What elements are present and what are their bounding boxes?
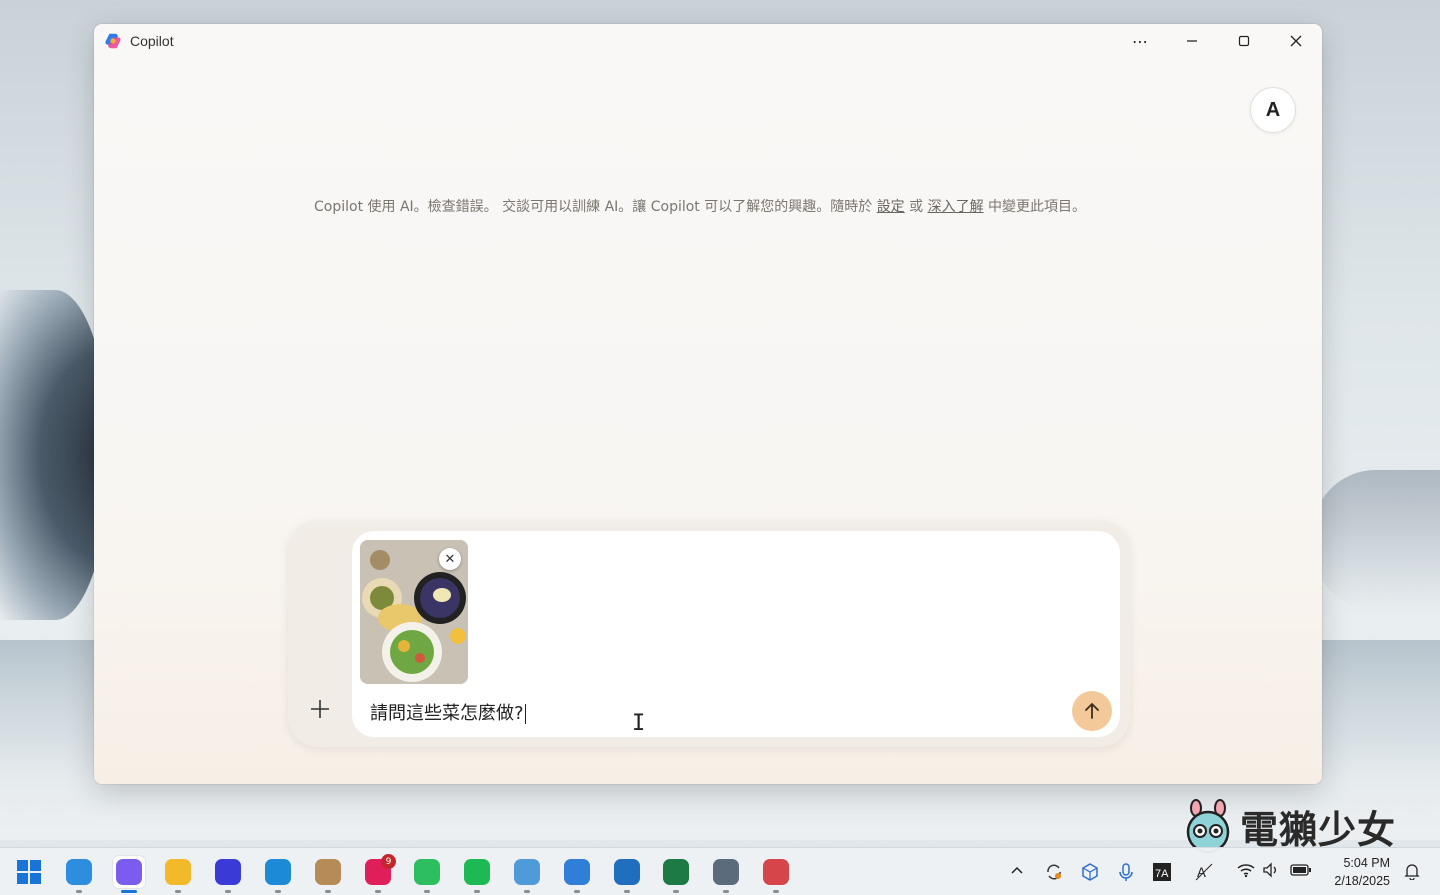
taskbar-running-indicator: [574, 890, 580, 893]
taskbar-notion-like-button[interactable]: [212, 856, 244, 888]
taskbar-running-indicator: [624, 890, 630, 893]
microphone-icon[interactable]: [1118, 862, 1134, 886]
taskbar-running-indicator: [424, 890, 430, 893]
taskbar-snipping-tool-button[interactable]: [760, 856, 792, 888]
close-icon: [1290, 35, 1302, 47]
copilot-window: Copilot ⋯ A Copilot 使用 AI。檢查錯誤。 交談可用以訓練 …: [94, 24, 1322, 784]
photos-icon: [614, 859, 640, 885]
show-hidden-icons-chevron-icon[interactable]: [1010, 863, 1024, 879]
close-icon: ✕: [444, 551, 456, 567]
taskbar-app-box-button[interactable]: [312, 856, 344, 888]
remove-attachment-button[interactable]: ✕: [439, 548, 461, 570]
sync-icon[interactable]: [1044, 862, 1064, 886]
taskbar-spotify-button[interactable]: [461, 856, 493, 888]
notification-bell-icon[interactable]: [1404, 862, 1420, 884]
taskbar-running-indicator: [375, 890, 381, 893]
photos-edit-icon: [564, 859, 590, 885]
notion-like-icon: [215, 859, 241, 885]
maximize-icon: [1238, 35, 1250, 47]
slack-notification-badge: 9: [381, 854, 396, 869]
clock-time: 5:04 PM: [1343, 856, 1390, 870]
arrow-up-icon: [1085, 703, 1099, 719]
copilot-logo-icon: [105, 33, 121, 49]
taskbar-running-indicator: [723, 890, 729, 893]
taskbar-weather-button[interactable]: [63, 856, 95, 888]
message-composer: ✕ 請問這些菜怎麼做?: [288, 521, 1130, 747]
avatar-initial: A: [1265, 98, 1281, 121]
notice-text-before: Copilot 使用 AI。檢查錯誤。 交談可用以訓練 AI。讓 Copilot…: [314, 199, 877, 215]
send-button[interactable]: [1072, 691, 1112, 731]
privacy-notice: Copilot 使用 AI。檢查錯誤。 交談可用以訓練 AI。讓 Copilot…: [314, 196, 1104, 218]
minimize-icon: [1187, 40, 1197, 42]
edge-icon: [265, 859, 291, 885]
notice-text-after: 中變更此項目。: [983, 199, 1087, 215]
file-explorer-icon: [165, 859, 191, 885]
message-input-value: 請問這些菜怎麼做?: [370, 703, 524, 724]
taskbar: 9 7A Ａ 5:04 PM 2/18/2025: [0, 847, 1440, 895]
more-options-button[interactable]: ⋯: [1114, 24, 1166, 58]
taskbar-evernote-button[interactable]: [411, 856, 443, 888]
paint-icon: [514, 859, 540, 885]
taskbar-edge-button[interactable]: [262, 856, 294, 888]
snipping-tool-icon: [763, 859, 789, 885]
more-icon: ⋯: [1132, 31, 1148, 51]
cube-app-icon[interactable]: [1080, 862, 1100, 886]
composer-input-area[interactable]: ✕ 請問這些菜怎麼做?: [352, 531, 1120, 737]
taskbar-start-button[interactable]: [13, 856, 45, 888]
window-title: Copilot: [130, 33, 174, 49]
taskbar-running-indicator: [524, 890, 530, 893]
taskbar-running-indicator: [325, 890, 331, 893]
taskbar-running-indicator: [773, 890, 779, 893]
taskbar-running-indicator: [175, 890, 181, 893]
volume-icon[interactable]: [1262, 862, 1280, 882]
window-controls: ⋯: [1114, 24, 1322, 58]
taskbar-running-indicator: [474, 890, 480, 893]
ime-icon[interactable]: 7A: [1152, 862, 1172, 886]
wallpaper-shape-right: [1310, 470, 1440, 610]
title-bar: Copilot ⋯: [94, 24, 1322, 58]
learn-more-link[interactable]: 深入了解: [928, 199, 984, 215]
otter-mascot-icon: [1186, 799, 1230, 854]
copilot-icon: [116, 859, 142, 885]
taskbar-settings-button[interactable]: [710, 856, 742, 888]
account-avatar-button[interactable]: A: [1250, 87, 1296, 133]
taskbar-running-indicator: [225, 890, 231, 893]
svg-text:7A: 7A: [1155, 868, 1169, 880]
notice-text-middle: 或: [904, 199, 928, 215]
maximize-button[interactable]: [1218, 24, 1270, 58]
taskbar-photos-edit-button[interactable]: [561, 856, 593, 888]
evernote-icon: [414, 859, 440, 885]
taskbar-photos-button[interactable]: [611, 856, 643, 888]
app-box-icon: [315, 859, 341, 885]
plus-icon: [311, 700, 329, 718]
excel-icon: [663, 859, 689, 885]
taskbar-running-indicator: [121, 890, 137, 893]
battery-icon[interactable]: [1290, 862, 1312, 882]
taskbar-file-explorer-button[interactable]: [162, 856, 194, 888]
watermark-text: 電獺少女: [1240, 807, 1397, 852]
clock-date: 2/18/2025: [1334, 874, 1390, 888]
settings-link[interactable]: 設定: [877, 199, 905, 215]
add-attachment-button[interactable]: [306, 695, 334, 723]
weather-icon: [66, 859, 92, 885]
clock[interactable]: 5:04 PM 2/18/2025: [1334, 854, 1390, 890]
text-caret: [524, 704, 526, 724]
wifi-icon[interactable]: [1236, 862, 1256, 882]
taskbar-running-indicator: [275, 890, 281, 893]
taskbar-excel-button[interactable]: [660, 856, 692, 888]
mouse-ibeam-cursor: I: [632, 711, 646, 736]
close-button[interactable]: [1270, 24, 1322, 58]
taskbar-running-indicator: [673, 890, 679, 893]
taskbar-running-indicator: [76, 890, 82, 893]
language-icon[interactable]: Ａ: [1194, 862, 1214, 886]
taskbar-paint-button[interactable]: [511, 856, 543, 888]
message-input[interactable]: 請問這些菜怎麼做?: [370, 699, 526, 725]
spotify-icon: [464, 859, 490, 885]
start-icon: [16, 859, 42, 885]
taskbar-copilot-button[interactable]: [113, 856, 145, 888]
minimize-button[interactable]: [1166, 24, 1218, 58]
settings-icon: [713, 859, 739, 885]
